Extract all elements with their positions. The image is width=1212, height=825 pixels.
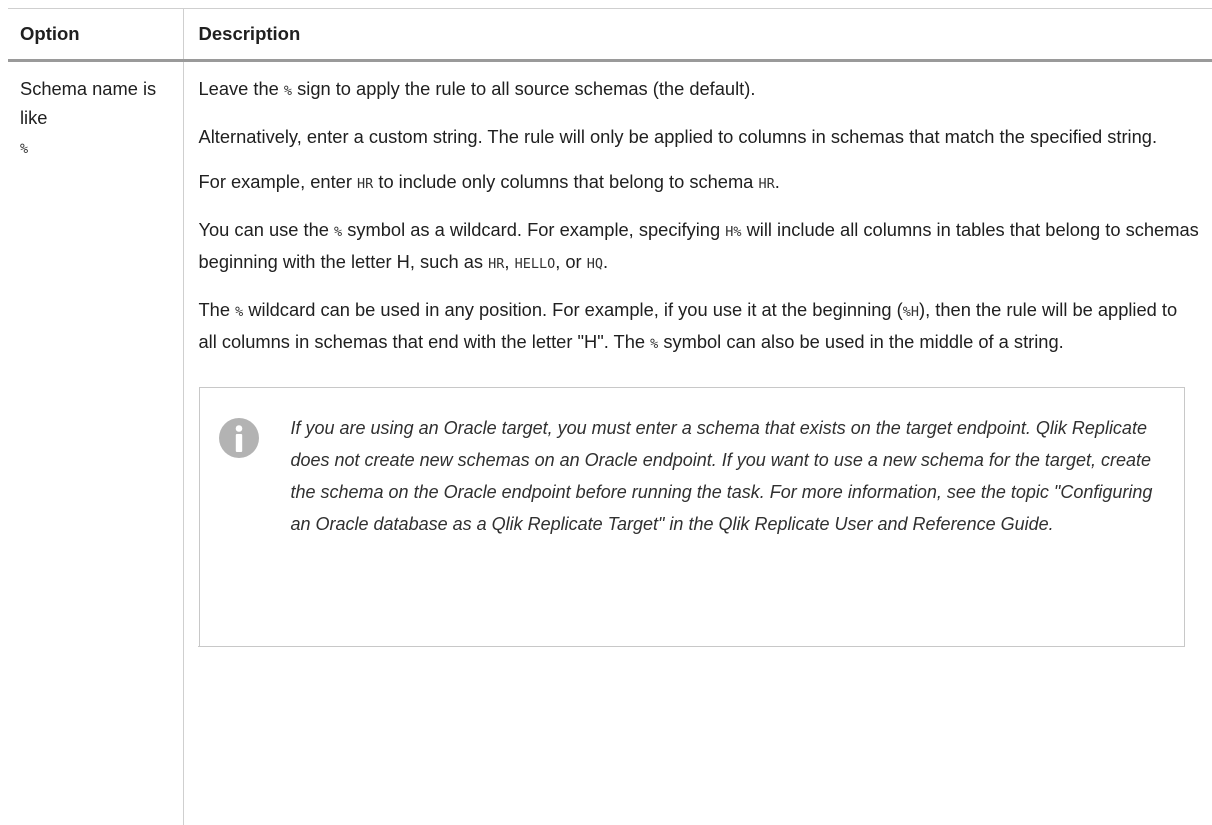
text-run: For example, enter [198,171,358,192]
text-run: , [504,251,515,272]
inline-code: H% [725,224,742,240]
text-run: The [198,299,236,320]
text-run: You can use the [198,219,335,240]
description-paragraph: Leave the % sign to apply the rule to al… [199,74,1201,106]
text-run: symbol as a wildcard. For example, speci… [342,219,726,240]
text-run: wildcard can be used in any position. Fo… [243,299,903,320]
options-table: Option Description Schema name is like %… [8,8,1212,825]
description-paragraph: Alternatively, enter a custom string. Th… [199,122,1201,151]
inline-code: HELLO [514,256,556,272]
text-run: . [602,251,609,272]
text-run: Alternatively, enter a custom string. Th… [198,126,1158,147]
note-text: If you are using an Oracle target, you m… [290,418,1153,534]
note-box: If you are using an Oracle target, you m… [198,387,1185,647]
description-column-header: Description [182,8,1212,62]
document-page: Option Description Schema name is like %… [0,0,1212,825]
table-header-row: Option Description [8,8,1212,62]
inline-code: HQ [586,256,603,272]
option-value: % [20,141,29,157]
text-run: symbol can also be used in the middle of… [658,331,1064,352]
inline-code: HR [357,176,374,192]
text-run: Leave the [198,78,284,99]
inline-code: % [334,224,343,240]
inline-code: % [283,83,293,99]
inline-code: %H [902,304,920,320]
option-column-header: Option [8,8,183,62]
inline-code: HR [758,176,775,192]
inline-code: % [235,304,244,320]
note-bottom-border [198,646,1185,647]
option-cell: Schema name is like % [8,61,183,825]
description-paragraph: For example, enter HR to include only co… [199,167,1201,199]
description-paragraph: The % wildcard can be used in any positi… [199,295,1201,359]
description-paragraphs: Leave the % sign to apply the rule to al… [199,74,1201,359]
text-run: . [774,171,780,192]
table-row: Schema name is like % Leave the % sign t… [8,60,1212,825]
inline-code: HR [488,256,505,272]
description-cell: Leave the % sign to apply the rule to al… [182,60,1212,825]
option-label: Schema name is like [20,78,157,128]
text-run: sign to apply the rule to all source sch… [292,78,756,99]
info-icon [218,418,259,458]
text-run: to include only columns that belong to s… [373,171,759,192]
description-paragraph: You can use the % symbol as a wildcard. … [199,215,1201,279]
text-run: , or [555,251,587,272]
